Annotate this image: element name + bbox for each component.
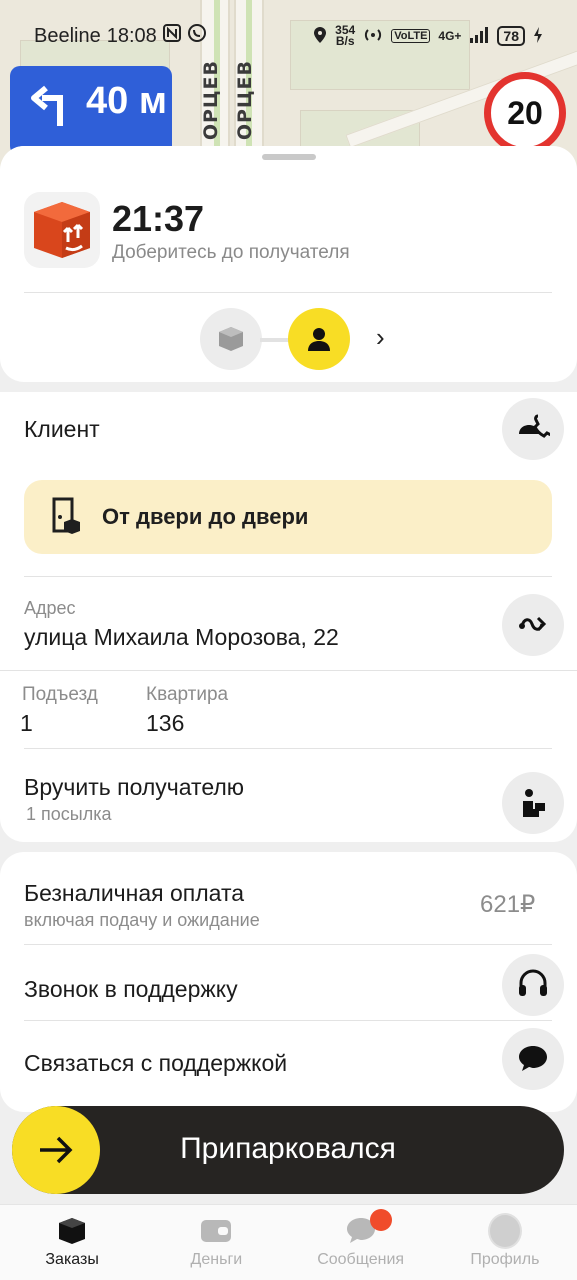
payment-sub: включая подачу и ожидание: [24, 910, 260, 930]
handover-label: Вручить получателю: [24, 774, 245, 800]
battery-indicator: 78: [497, 26, 525, 46]
payment-support-card: Безналичная оплата включая подачу и ожид…: [0, 852, 577, 1112]
tab-profile[interactable]: Профиль: [433, 1205, 577, 1280]
divider: [0, 670, 577, 671]
profile-avatar-wrap: [487, 1213, 522, 1249]
turn-distance: 40 м: [86, 80, 167, 122]
turn-instruction-panel[interactable]: 40 м: [10, 66, 172, 156]
net-speed-unit: B/s: [335, 34, 355, 48]
tab-money-label: Деньги: [190, 1251, 243, 1268]
support-call-button[interactable]: [502, 954, 564, 1016]
delivery-progress[interactable]: [200, 306, 400, 370]
street-label: ОРЦЕВ: [234, 60, 256, 141]
divider: [24, 944, 552, 945]
route-icon: [519, 616, 547, 632]
chat-bubble-icon: [519, 1046, 547, 1071]
status-bar: Beeline 18:08 354 B/s VoLTE 4G+ 78: [0, 18, 577, 54]
parked-button[interactable]: Припарковался: [12, 1106, 564, 1194]
step-pickup: [200, 308, 262, 370]
parcel-box-icon: [24, 192, 100, 268]
tab-orders-label: Заказы: [45, 1251, 99, 1268]
speed-limit-sign: 20: [484, 72, 566, 154]
network-type: 4G+: [438, 29, 462, 43]
progress-line: [260, 338, 290, 342]
divider: [24, 1020, 552, 1021]
order-price: 621₽: [480, 891, 536, 918]
parked-arrow-knob[interactable]: [12, 1106, 100, 1194]
net-speed: 354 B/s: [335, 24, 355, 48]
order-header-card: 21:37 Доберитесь до получателя ›: [0, 146, 577, 382]
divider: [24, 292, 552, 293]
order-sheet: 21:37 Доберитесь до получателя › Клиент …: [0, 146, 577, 1280]
signal-icon: [469, 26, 489, 47]
box-step-icon: [219, 327, 243, 351]
avatar: [487, 1213, 522, 1249]
divider: [24, 748, 552, 749]
person-icon: [308, 328, 330, 351]
tab-orders[interactable]: Заказы: [0, 1205, 144, 1280]
tab-profile-label: Профиль: [470, 1251, 540, 1268]
chevron-right-icon[interactable]: ›: [376, 322, 385, 353]
sheet-grabber[interactable]: [262, 154, 316, 160]
handover-button[interactable]: [502, 772, 564, 834]
eta-time: 21:37: [112, 198, 205, 239]
eta-subtitle: Доберитесь до получателя: [112, 242, 350, 263]
step-recipient: [288, 308, 350, 370]
apartment-value: 136: [146, 710, 185, 736]
door-to-door-banner: От двери до двери: [24, 480, 552, 554]
carrier-name: Beeline: [34, 24, 101, 47]
volte-badge: VoLTE: [391, 29, 431, 43]
street-label: ОРЦЕВ: [200, 60, 222, 141]
door-to-door-label: От двери до двери: [102, 504, 309, 529]
support-chat-label[interactable]: Связаться с поддержкой: [24, 1050, 287, 1077]
entrance-caption: Подъезд: [22, 684, 98, 705]
address-caption: Адрес: [24, 598, 76, 618]
payment-label: Безналичная оплата: [24, 880, 245, 906]
phone-icon: [519, 414, 550, 438]
tab-messages[interactable]: Сообщения: [289, 1205, 433, 1280]
arrow-right-icon: [40, 1136, 73, 1164]
charging-icon: [533, 26, 543, 47]
client-label: Клиент: [24, 416, 100, 442]
tab-messages-label: Сообщения: [317, 1251, 405, 1268]
clock: 18:08: [106, 24, 157, 47]
bottom-tab-bar: Заказы Деньги Сообщения Профиль: [0, 1204, 577, 1280]
door-parcel-icon: [50, 495, 86, 540]
whatsapp-icon: [187, 23, 207, 49]
unread-badge: [369, 1209, 392, 1231]
hotspot-icon: [363, 25, 383, 48]
order-details-card: Клиент От двери до двери Адрес улица Мих…: [0, 392, 577, 842]
location-icon: [313, 26, 327, 47]
handover-sub: 1 посылка: [26, 804, 112, 824]
wallet-icon: [199, 1215, 233, 1247]
headset-icon: [519, 969, 547, 996]
handover-icon: [523, 789, 545, 817]
apartment-caption: Квартира: [146, 684, 229, 705]
nfc-icon: [162, 24, 181, 48]
address-value[interactable]: улица Михаила Морозова, 22: [24, 624, 339, 651]
orders-box-icon: [55, 1215, 89, 1247]
tab-money[interactable]: Деньги: [144, 1205, 288, 1280]
entrance-value: 1: [20, 710, 33, 736]
route-button[interactable]: [502, 594, 564, 656]
call-client-button[interactable]: [502, 398, 564, 460]
turn-left-arrow-icon: [30, 82, 76, 133]
messages-icon: [344, 1209, 392, 1247]
support-call-label[interactable]: Звонок в поддержку: [24, 976, 238, 1003]
divider: [24, 576, 552, 577]
support-chat-button[interactable]: [502, 1028, 564, 1090]
